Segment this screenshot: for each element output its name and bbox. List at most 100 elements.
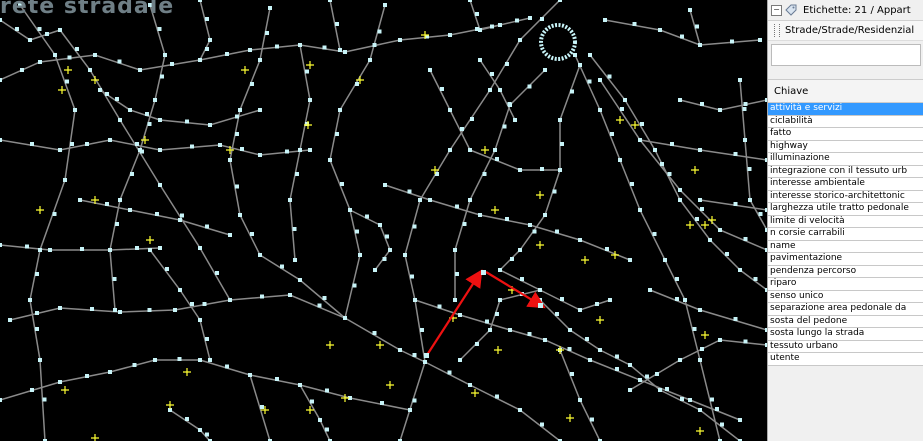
road-node[interactable] bbox=[202, 302, 207, 306]
road-node[interactable] bbox=[568, 328, 572, 332]
road-segment[interactable] bbox=[0, 359, 411, 411]
road-node[interactable] bbox=[447, 370, 452, 375]
road-node[interactable] bbox=[377, 29, 382, 34]
road-node[interactable] bbox=[235, 132, 239, 136]
road-node[interactable] bbox=[240, 147, 244, 151]
road-node[interactable] bbox=[412, 398, 417, 403]
road-node[interactable] bbox=[485, 319, 489, 324]
road-node[interactable] bbox=[343, 50, 347, 54]
tag-key-item[interactable]: utente bbox=[768, 353, 923, 366]
tag-key-item[interactable]: name bbox=[768, 241, 923, 253]
road-node[interactable] bbox=[73, 108, 77, 112]
road-node[interactable] bbox=[618, 158, 622, 162]
road-node[interactable] bbox=[678, 98, 682, 102]
road-segment[interactable] bbox=[99, 89, 261, 126]
road-node[interactable] bbox=[605, 247, 609, 251]
road-node[interactable] bbox=[275, 44, 279, 49]
road-node[interactable] bbox=[688, 8, 692, 12]
road-node[interactable] bbox=[108, 138, 112, 142]
road-node[interactable] bbox=[490, 72, 494, 76]
road-node[interactable] bbox=[700, 207, 704, 211]
road-node[interactable] bbox=[280, 264, 284, 269]
road-node[interactable] bbox=[385, 234, 389, 239]
road-node[interactable] bbox=[498, 23, 502, 27]
road-node[interactable] bbox=[298, 43, 302, 47]
road-node[interactable] bbox=[105, 202, 109, 206]
road-node[interactable] bbox=[205, 47, 209, 51]
road-node[interactable] bbox=[140, 149, 144, 154]
road-node[interactable] bbox=[157, 27, 162, 31]
road-node[interactable] bbox=[695, 217, 699, 221]
road-node[interactable] bbox=[505, 217, 509, 221]
road-node[interactable] bbox=[258, 153, 262, 157]
road-segment[interactable] bbox=[454, 69, 546, 300]
road-node[interactable] bbox=[98, 88, 102, 92]
road-node[interactable] bbox=[335, 132, 339, 136]
road-node[interactable] bbox=[578, 63, 582, 67]
road-node[interactable] bbox=[190, 144, 194, 149]
road-node[interactable] bbox=[35, 272, 39, 276]
road-node[interactable] bbox=[88, 68, 92, 72]
road-node[interactable] bbox=[585, 337, 589, 341]
route-vertex[interactable] bbox=[538, 303, 543, 308]
road-node[interactable] bbox=[35, 311, 39, 315]
road-node[interactable] bbox=[258, 253, 262, 257]
road-node[interactable] bbox=[78, 198, 82, 202]
road-node[interactable] bbox=[285, 149, 289, 154]
road-node[interactable] bbox=[340, 182, 344, 186]
road-node[interactable] bbox=[225, 52, 229, 56]
road-node[interactable] bbox=[328, 158, 332, 162]
road-node[interactable] bbox=[45, 32, 49, 36]
road-node[interactable] bbox=[58, 28, 62, 32]
road-node[interactable] bbox=[48, 248, 52, 252]
road-node[interactable] bbox=[343, 316, 347, 320]
road-node[interactable] bbox=[38, 60, 42, 64]
road-segment[interactable] bbox=[79, 199, 231, 236]
road-node[interactable] bbox=[52, 212, 57, 216]
road-node[interactable] bbox=[30, 388, 34, 392]
road-node[interactable] bbox=[75, 47, 79, 51]
road-node[interactable] bbox=[398, 38, 402, 42]
road-node[interactable] bbox=[173, 308, 177, 312]
road-node[interactable] bbox=[555, 229, 559, 234]
road-node[interactable] bbox=[28, 298, 32, 302]
tag-key-item[interactable]: illuminazione bbox=[768, 153, 923, 166]
road-node[interactable] bbox=[458, 313, 462, 317]
road-node[interactable] bbox=[205, 224, 209, 229]
road-node[interactable] bbox=[453, 248, 457, 252]
road-node[interactable] bbox=[428, 68, 432, 72]
tag-key-item[interactable]: interesse ambientale bbox=[768, 178, 923, 191]
tag-key-item[interactable]: integrazione con il tessuto urb bbox=[768, 166, 923, 178]
road-node[interactable] bbox=[678, 198, 682, 202]
road-node[interactable] bbox=[158, 183, 162, 187]
road-node[interactable] bbox=[513, 118, 517, 122]
road-node[interactable] bbox=[595, 302, 599, 306]
road-node[interactable] bbox=[118, 118, 122, 122]
road-node[interactable] bbox=[90, 307, 94, 311]
road-node[interactable] bbox=[380, 401, 384, 405]
road-node[interactable] bbox=[567, 347, 572, 351]
road-node[interactable] bbox=[117, 59, 122, 64]
road-node[interactable] bbox=[615, 367, 619, 371]
road-node[interactable] bbox=[748, 198, 752, 202]
road-segment[interactable] bbox=[169, 409, 211, 441]
road-node[interactable] bbox=[518, 408, 522, 412]
road-node[interactable] bbox=[458, 358, 462, 362]
road-node[interactable] bbox=[118, 310, 122, 314]
road-node[interactable] bbox=[0, 243, 2, 247]
road-node[interactable] bbox=[198, 358, 202, 362]
road-node[interactable] bbox=[598, 348, 602, 352]
road-node[interactable] bbox=[382, 257, 387, 261]
road-node[interactable] bbox=[698, 198, 702, 202]
road-node[interactable] bbox=[638, 208, 642, 212]
road-node[interactable] bbox=[498, 88, 502, 92]
road-node[interactable] bbox=[288, 293, 292, 297]
road-node[interactable] bbox=[65, 79, 69, 84]
road-node[interactable] bbox=[688, 398, 692, 402]
road-node[interactable] bbox=[658, 388, 662, 392]
tag-key-item[interactable]: senso unico bbox=[768, 291, 923, 303]
road-segment[interactable] bbox=[679, 99, 767, 111]
road-node[interactable] bbox=[648, 288, 652, 292]
road-node[interactable] bbox=[700, 347, 704, 351]
road-node[interactable] bbox=[317, 303, 322, 308]
